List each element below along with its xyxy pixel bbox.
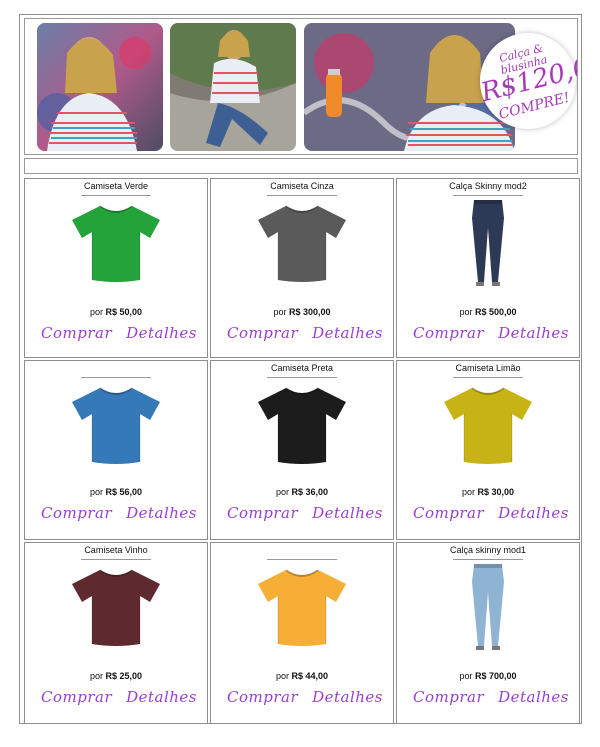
price-prefix: por — [89, 487, 106, 497]
product-price: por R$ 700,00 — [397, 671, 579, 681]
title-divider — [453, 559, 523, 560]
product-actions: Comprar Detalhes — [41, 688, 197, 706]
title-divider — [453, 377, 523, 378]
title-divider — [267, 559, 337, 560]
product-price: por R$ 300,00 — [211, 307, 393, 317]
price-value: R$ 700,00 — [474, 671, 517, 681]
product-price: por R$ 56,00 — [25, 487, 207, 497]
empty-row — [24, 158, 578, 174]
details-link[interactable]: Detalhes — [498, 324, 569, 342]
price-value: R$ 56,00 — [105, 487, 143, 497]
price-value: R$ 36,00 — [291, 487, 329, 497]
price-value: R$ 500,00 — [474, 307, 517, 317]
product-title: Camiseta Verde — [83, 181, 149, 191]
product-title: Calça Skinny mod2 — [449, 181, 527, 191]
details-link[interactable]: Detalhes — [312, 688, 383, 706]
product-price: por R$ 30,00 — [397, 487, 579, 497]
price-value: R$ 50,00 — [105, 307, 143, 317]
product-price: por R$ 25,00 — [25, 671, 207, 681]
price-prefix: por — [275, 671, 292, 681]
product-actions: Comprar Detalhes — [41, 324, 197, 342]
price-value: R$ 30,00 — [477, 487, 515, 497]
tshirt-image[interactable] — [211, 201, 393, 285]
product-actions: Comprar Detalhes — [413, 688, 569, 706]
banner-photo-2 — [170, 23, 296, 151]
title-divider — [267, 195, 337, 196]
product-actions: Comprar Detalhes — [413, 324, 569, 342]
jeans-image[interactable] — [397, 564, 579, 650]
product-title: Camiseta Limão — [455, 363, 521, 373]
title-divider — [81, 377, 151, 378]
details-link[interactable]: Detalhes — [126, 504, 197, 522]
price-value: R$ 25,00 — [105, 671, 143, 681]
title-divider — [267, 377, 337, 378]
price-value: R$ 300,00 — [288, 307, 331, 317]
details-link[interactable]: Detalhes — [312, 324, 383, 342]
details-link[interactable]: Detalhes — [126, 688, 197, 706]
title-divider — [81, 559, 151, 560]
buy-link[interactable]: Comprar — [413, 688, 484, 706]
price-prefix: por — [89, 671, 106, 681]
product-title: Camiseta Preta — [270, 363, 334, 373]
buy-link[interactable]: Comprar — [227, 324, 298, 342]
buy-link[interactable]: Comprar — [41, 688, 112, 706]
product-actions: Comprar Detalhes — [227, 504, 383, 522]
tshirt-image[interactable] — [25, 565, 207, 649]
product-actions: Comprar Detalhes — [413, 504, 569, 522]
title-divider — [453, 195, 523, 196]
price-prefix: por — [89, 307, 106, 317]
product-title: Calça skinny mod1 — [449, 545, 527, 555]
product-card: Camiseta Preta por R$ 36,00 Comprar Detalhe… — [210, 360, 394, 540]
details-link[interactable]: Detalhes — [126, 324, 197, 342]
product-actions: Comprar Detalhes — [227, 688, 383, 706]
product-price: por R$ 500,00 — [397, 307, 579, 317]
product-price: por R$ 50,00 — [25, 307, 207, 317]
product-actions: Comprar Detalhes — [227, 324, 383, 342]
jeans-image[interactable] — [397, 200, 579, 286]
product-title: Camiseta Vinho — [84, 545, 148, 555]
buy-link[interactable]: Comprar — [41, 504, 112, 522]
product-title: Camiseta Cinza — [270, 181, 334, 191]
buy-link[interactable]: Comprar — [227, 504, 298, 522]
product-card: Camiseta Vinho por R$ 25,00 Comprar Detalhe… — [24, 542, 208, 724]
title-divider — [81, 195, 151, 196]
buy-link[interactable]: Comprar — [227, 688, 298, 706]
details-link[interactable]: Detalhes — [498, 688, 569, 706]
details-link[interactable]: Detalhes — [312, 504, 383, 522]
buy-link[interactable]: Comprar — [41, 324, 112, 342]
product-card: por R$ 44,00 Comprar Detalhes — [210, 542, 394, 724]
promo-banner[interactable]: Calça & blusinha R$120,00 COMPRE! — [24, 18, 578, 155]
price-prefix: por — [273, 307, 289, 317]
price-prefix: por — [461, 487, 478, 497]
product-card: Calça skinny mod1 por R$ 700,00 Comprar Det… — [396, 542, 580, 724]
product-card: Camiseta Limão por R$ 30,00 Comprar Detalhe… — [396, 360, 580, 540]
banner-photo-1 — [37, 23, 163, 151]
product-card: Camiseta Cinza por R$ 300,00 Comprar Detalh… — [210, 178, 394, 358]
product-actions: Comprar Detalhes — [41, 504, 197, 522]
tshirt-image[interactable] — [397, 383, 579, 467]
price-prefix: por — [459, 307, 475, 317]
product-card: Calça Skinny mod2 por R$ 500,00 Comprar Det… — [396, 178, 580, 358]
product-price: por R$ 36,00 — [211, 487, 393, 497]
tshirt-image[interactable] — [25, 201, 207, 285]
tshirt-image[interactable] — [211, 383, 393, 467]
buy-link[interactable]: Comprar — [413, 504, 484, 522]
tshirt-image[interactable] — [211, 565, 393, 649]
details-link[interactable]: Detalhes — [498, 504, 569, 522]
product-price: por R$ 44,00 — [211, 671, 393, 681]
buy-link[interactable]: Comprar — [413, 324, 484, 342]
product-card: por R$ 56,00 Comprar Detalhes — [24, 360, 208, 540]
tshirt-image[interactable] — [25, 383, 207, 467]
product-card: Camiseta Verde por R$ 50,00 Comprar Detalhe… — [24, 178, 208, 358]
price-prefix: por — [275, 487, 292, 497]
price-prefix: por — [459, 671, 475, 681]
price-value: R$ 44,00 — [291, 671, 329, 681]
